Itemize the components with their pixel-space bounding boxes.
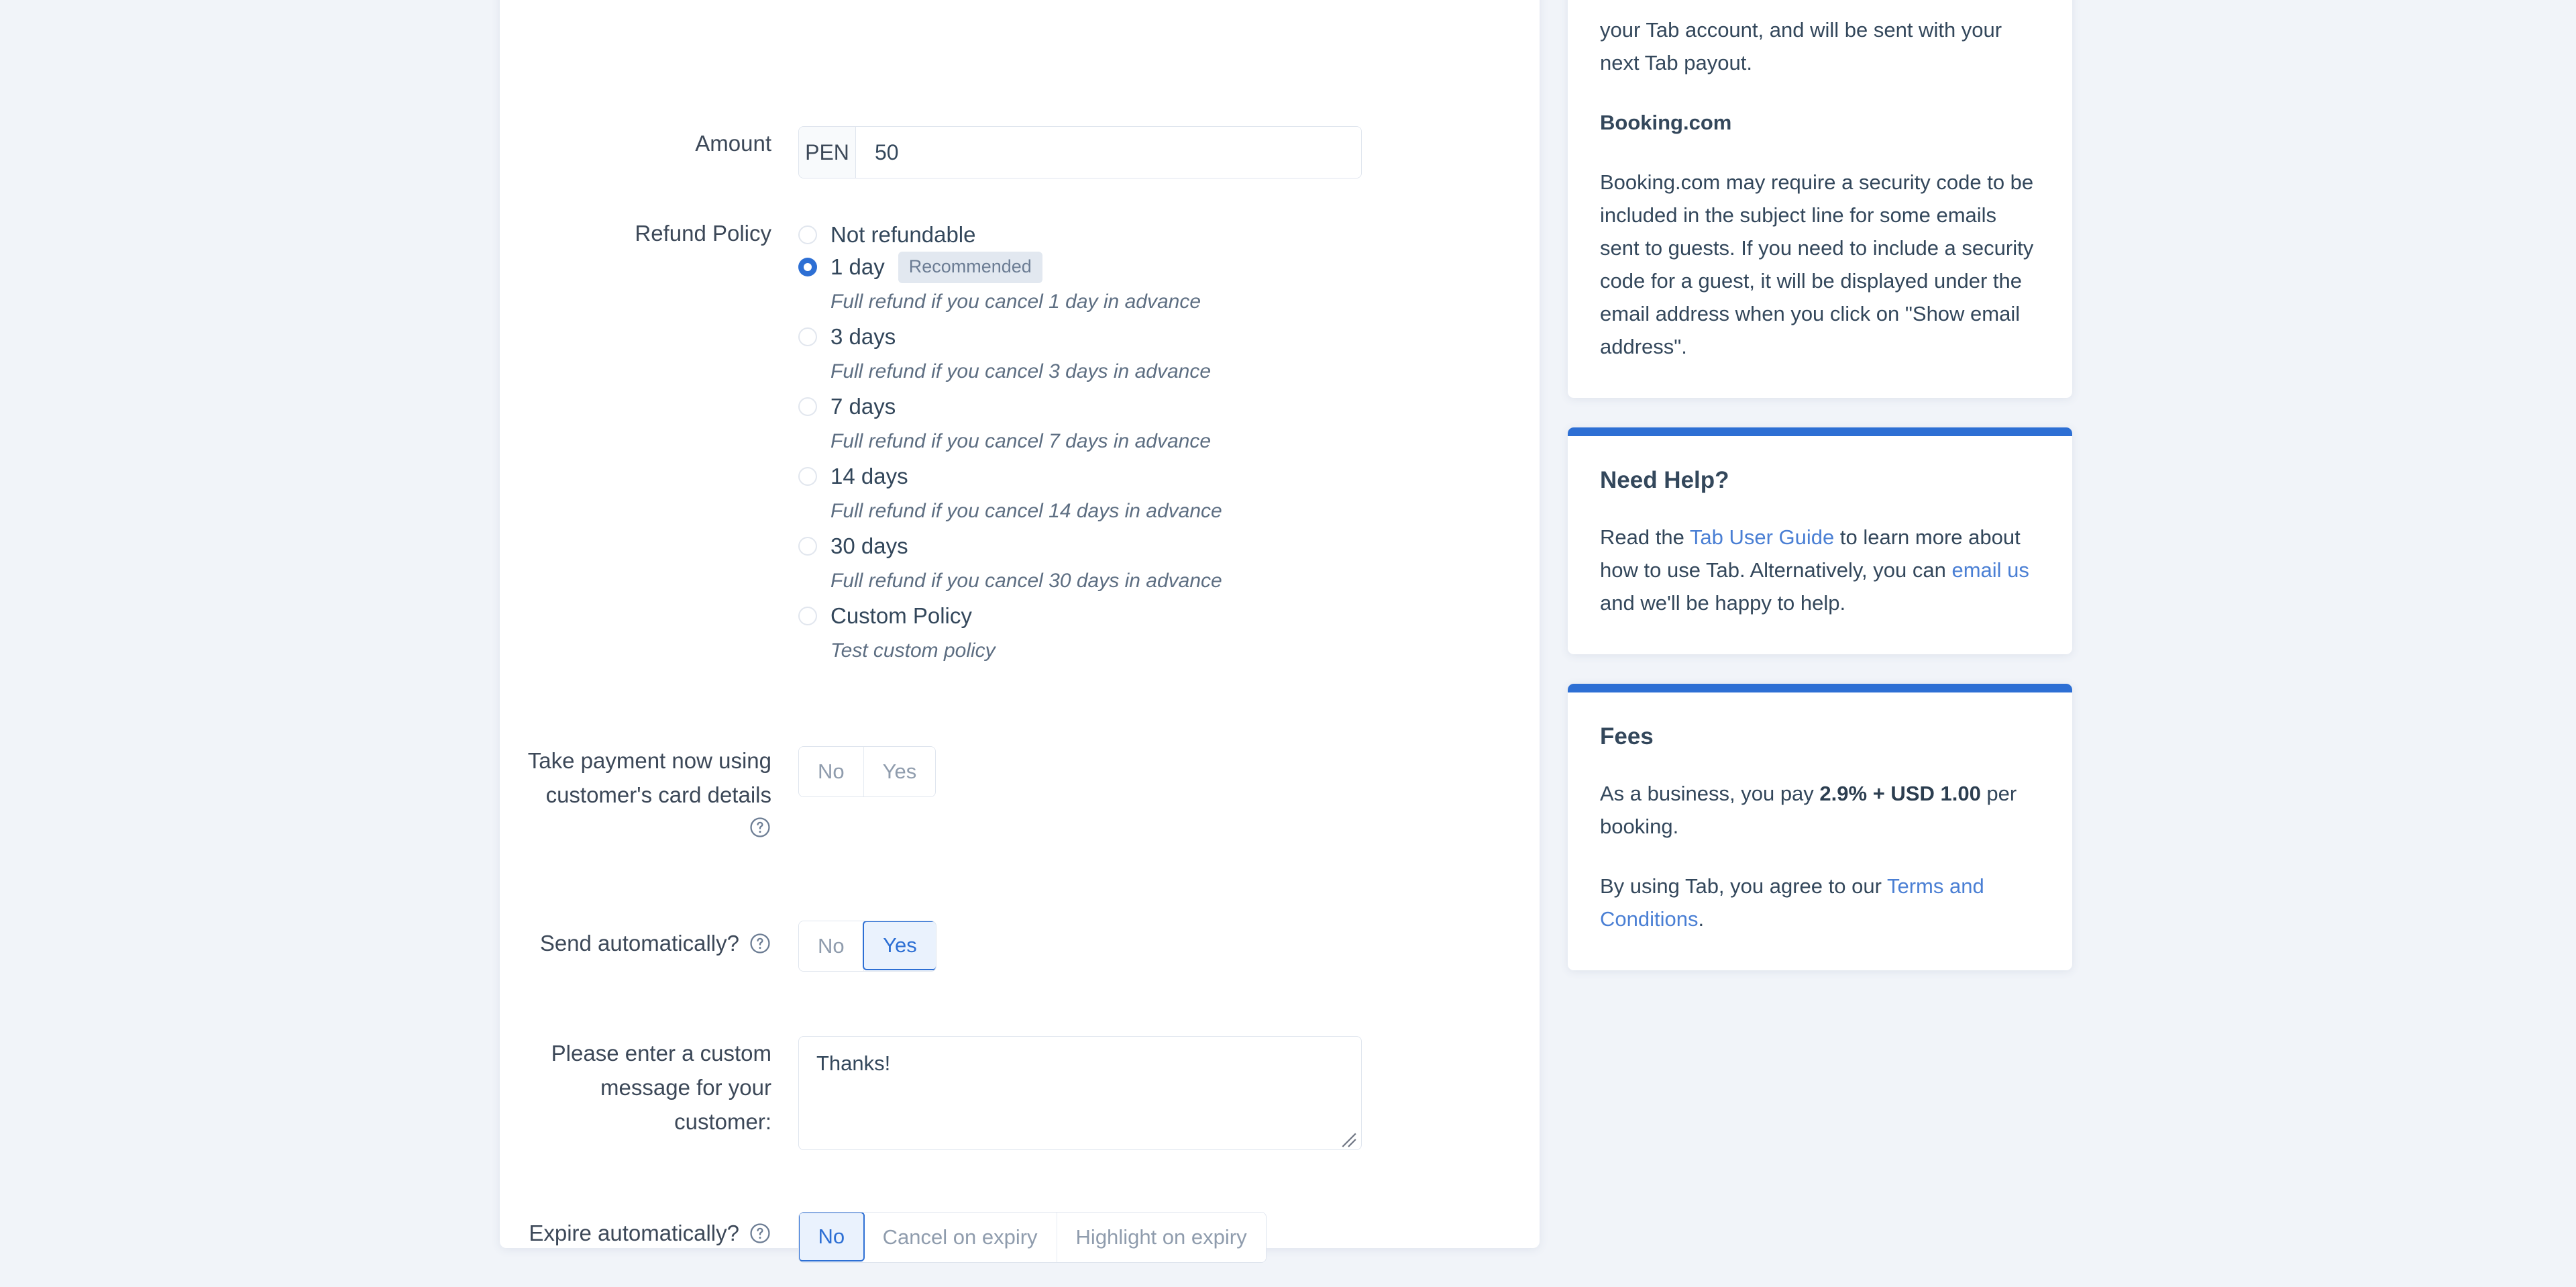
recommended-badge: Recommended: [898, 251, 1042, 283]
expire-automatically-row: Expire automatically? No Cancel on expir…: [500, 1150, 1540, 1263]
terms-text-1: By using Tab, you agree to our: [1600, 874, 1887, 898]
terms-body: By using Tab, you agree to our Terms and…: [1600, 870, 2040, 935]
payout-paragraph: your Tab account, and will be sent with …: [1600, 18, 2002, 74]
custom-message-row: Please enter a custom message for your c…: [500, 972, 1540, 1150]
card-accent-bar: [1568, 427, 2072, 436]
radio-item[interactable]: 3 days Full refund if you cancel 3 days …: [798, 321, 1540, 391]
need-help-text-3: and we'll be happy to help.: [1600, 591, 1846, 615]
booking-form-card: Amount PEN 50 Refund Policy Not refundab…: [500, 0, 1540, 1263]
booking-info-card: your Tab account, and will be sent with …: [1568, 0, 2072, 398]
amount-input[interactable]: 50: [856, 127, 1361, 178]
take-payment-label: Take payment now using customer's card d…: [500, 743, 798, 839]
booking-form: Amount PEN 50 Refund Policy Not refundab…: [500, 0, 1540, 1287]
fees-body: As a business, you pay 2.9% + USD 1.00 p…: [1600, 777, 2040, 843]
radio-item[interactable]: 1 day Recommended Full refund if you can…: [798, 251, 1540, 321]
radio-item[interactable]: Not refundable: [798, 219, 1540, 251]
tab-user-guide-link[interactable]: Tab User Guide: [1690, 525, 1834, 549]
refund-policy-radio-group: Not refundable 1 day Recommended Full re…: [798, 216, 1540, 670]
amount-label: Amount: [695, 131, 771, 156]
radio-circle-icon[interactable]: [798, 607, 817, 625]
radio-label: 7 days: [830, 394, 896, 419]
take-payment-toggle[interactable]: No Yes: [798, 746, 936, 797]
booking-com-body: Booking.com may require a security code …: [1600, 170, 2034, 358]
need-help-title: Need Help?: [1600, 467, 1729, 493]
send-automatically-option-yes[interactable]: Yes: [863, 921, 936, 970]
terms-text-2: .: [1698, 907, 1705, 931]
email-us-link[interactable]: email us: [1951, 558, 2029, 582]
send-automatically-option-no[interactable]: No: [799, 921, 864, 971]
radio-circle-icon[interactable]: [798, 397, 817, 416]
custom-message-textarea[interactable]: Thanks!: [798, 1036, 1362, 1150]
radio-item[interactable]: 14 days Full refund if you cancel 14 day…: [798, 460, 1540, 530]
radio-item[interactable]: 7 days Full refund if you cancel 7 days …: [798, 391, 1540, 460]
booking-create-page: Amount PEN 50 Refund Policy Not refundab…: [0, 0, 2576, 1287]
take-payment-option-no[interactable]: No: [799, 747, 864, 796]
expire-automatically-toggle[interactable]: No Cancel on expiry Highlight on expiry: [798, 1212, 1267, 1263]
fees-text-1: As a business, you pay: [1600, 782, 1820, 805]
radio-circle-icon[interactable]: [798, 327, 817, 346]
question-circle-icon[interactable]: [749, 816, 771, 839]
take-payment-option-yes[interactable]: Yes: [863, 747, 936, 796]
fees-title: Fees: [1600, 723, 1654, 750]
expire-automatically-label: Expire automatically?: [529, 1221, 739, 1245]
radio-label: Custom Policy: [830, 603, 972, 628]
send-automatically-label-wrap: Send automatically?: [500, 926, 798, 960]
booking-com-subhead: Booking.com: [1600, 111, 1732, 134]
radio-label: 3 days: [830, 324, 896, 349]
radio-description: Full refund if you cancel 1 day in advan…: [830, 291, 1201, 313]
send-automatically-row: Send automatically? No Yes: [500, 839, 1540, 972]
resize-handle[interactable]: [1340, 1129, 1357, 1147]
radio-description: Test custom policy: [830, 639, 996, 662]
fees-card: Fees As a business, you pay 2.9% + USD 1…: [1568, 684, 2072, 970]
expire-automatically-label-wrap: Expire automatically?: [500, 1216, 798, 1250]
info-sidebar: your Tab account, and will be sent with …: [1568, 0, 2072, 1000]
expire-option-no[interactable]: No: [798, 1213, 865, 1262]
question-circle-icon[interactable]: [749, 932, 771, 955]
need-help-card: Need Help? Read the Tab User Guide to le…: [1568, 427, 2072, 654]
radio-circle-icon[interactable]: [798, 537, 817, 556]
send-automatically-label: Send automatically?: [539, 931, 739, 956]
question-circle-icon[interactable]: [749, 1222, 771, 1245]
radio-label: 30 days: [830, 533, 908, 558]
amount-input-group[interactable]: PEN 50: [798, 126, 1362, 178]
radio-label: 14 days: [830, 464, 908, 488]
custom-message-label: Please enter a custom message for your c…: [551, 1041, 771, 1134]
radio-circle-icon[interactable]: [798, 225, 817, 244]
radio-circle-icon[interactable]: [798, 467, 817, 486]
card-accent-bar: [1568, 684, 2072, 692]
radio-circle-icon-selected[interactable]: [798, 258, 817, 276]
expire-option-cancel[interactable]: Cancel on expiry: [863, 1213, 1057, 1262]
radio-label: 1 day: [830, 254, 885, 279]
need-help-text-1: Read the: [1600, 525, 1690, 549]
custom-message-value: Thanks!: [816, 1051, 891, 1075]
currency-prefix: PEN: [799, 127, 856, 178]
amount-row: Amount PEN 50: [500, 0, 1540, 178]
send-automatically-toggle[interactable]: No Yes: [798, 921, 937, 972]
take-payment-row: Take payment now using customer's card d…: [500, 670, 1540, 839]
radio-description: Full refund if you cancel 14 days in adv…: [830, 500, 1222, 522]
refund-policy-row: Refund Policy Not refundable 1 day Recom…: [500, 178, 1540, 670]
radio-item[interactable]: 30 days Full refund if you cancel 30 day…: [798, 530, 1540, 600]
need-help-body: Read the Tab User Guide to learn more ab…: [1600, 521, 2040, 619]
refund-policy-label: Refund Policy: [635, 221, 771, 246]
radio-description: Full refund if you cancel 30 days in adv…: [830, 570, 1222, 592]
radio-description: Full refund if you cancel 7 days in adva…: [830, 430, 1211, 452]
radio-item[interactable]: Custom Policy Test custom policy: [798, 600, 1540, 670]
expire-option-highlight[interactable]: Highlight on expiry: [1057, 1213, 1266, 1262]
radio-label: Not refundable: [830, 222, 976, 247]
radio-description: Full refund if you cancel 3 days in adva…: [830, 360, 1211, 382]
submit-row: Create Booking: [500, 1263, 1540, 1287]
fees-amount: 2.9% + USD 1.00: [1819, 782, 1981, 805]
